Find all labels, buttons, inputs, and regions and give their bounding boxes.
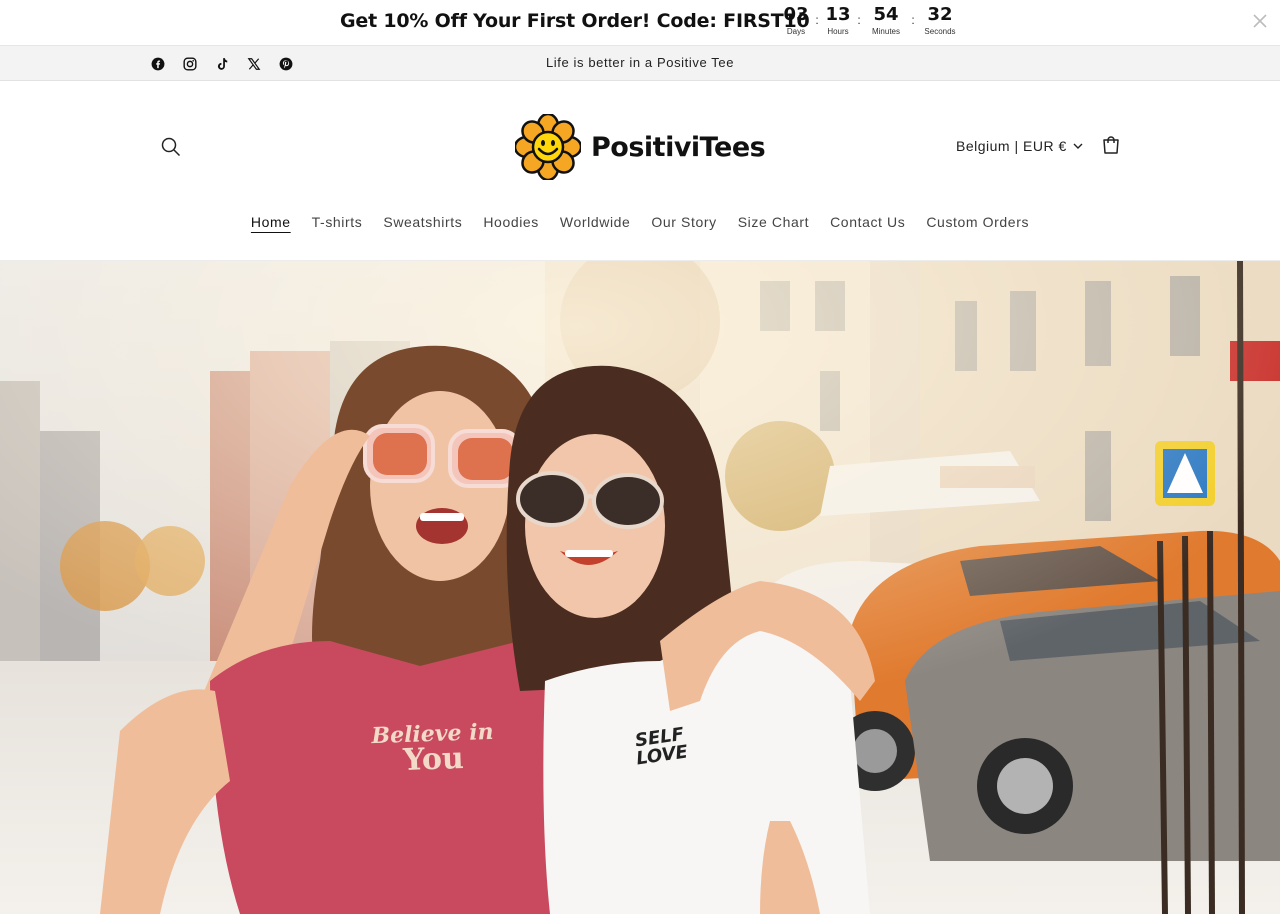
nav-item-t-shirts[interactable]: T-shirts	[312, 214, 363, 232]
countdown-separator: :	[857, 13, 861, 27]
site-logo[interactable]: PositiviTees	[515, 114, 766, 180]
countdown-hours-label: Hours	[827, 27, 849, 36]
nav-item-custom-orders[interactable]: Custom Orders	[926, 214, 1029, 232]
nav-item-size-chart[interactable]: Size Chart	[738, 214, 809, 232]
hero-photo	[0, 261, 1280, 914]
nav-item-sweatshirts[interactable]: Sweatshirts	[383, 214, 462, 232]
promo-text: Get 10% Off Your First Order! Code: FIRS…	[340, 10, 810, 32]
nav-item-contact-us[interactable]: Contact Us	[830, 214, 905, 232]
site-header: PositiviTees Belgium | EUR € Home T-shir…	[0, 81, 1280, 261]
logo-text: PositiviTees	[591, 131, 766, 163]
hero-banner-image[interactable]: Believe in You SELF LOVE	[0, 261, 1280, 914]
close-icon[interactable]	[1250, 12, 1270, 32]
announcement-bar: Life is better in a Positive Tee	[0, 46, 1280, 81]
nav-item-our-story[interactable]: Our Story	[651, 214, 716, 232]
locale-selector[interactable]: Belgium | EUR €	[956, 138, 1083, 154]
locale-label: Belgium | EUR €	[956, 138, 1067, 154]
countdown-separator: :	[815, 13, 819, 27]
countdown-days-label: Days	[786, 27, 806, 36]
countdown-seconds: 32 Seconds	[918, 4, 962, 37]
announcement-text: Life is better in a Positive Tee	[545, 55, 735, 70]
countdown-separator: :	[911, 13, 915, 27]
nav-item-home[interactable]: Home	[251, 214, 291, 232]
countdown-minutes-label: Minutes	[871, 27, 900, 36]
promo-bar: Get 10% Off Your First Order! Code: FIRS…	[0, 0, 1280, 46]
countdown-hours-value: 13	[825, 4, 851, 25]
flower-logo-icon	[515, 114, 581, 180]
countdown-hours: 13 Hours	[822, 4, 854, 37]
nav-item-worldwide[interactable]: Worldwide	[560, 214, 631, 232]
countdown-seconds-label: Seconds	[924, 27, 956, 36]
countdown-timer: 03 Days : 13 Hours : 54 Minutes : 32 Sec…	[780, 4, 962, 37]
countdown-days: 03 Days	[780, 4, 812, 37]
search-icon[interactable]	[160, 136, 184, 160]
main-nav: Home T-shirts Sweatshirts Hoodies Worldw…	[0, 214, 1280, 232]
nav-item-hoodies[interactable]: Hoodies	[483, 214, 539, 232]
countdown-minutes-value: 54	[873, 4, 899, 25]
countdown-minutes: 54 Minutes	[864, 4, 908, 37]
cart-icon[interactable]	[1100, 134, 1124, 158]
chevron-down-icon	[1073, 143, 1083, 149]
shirt-right-graphic: SELF LOVE	[633, 724, 689, 770]
countdown-seconds-value: 32	[927, 4, 953, 25]
shirt-left-graphic: Believe in You	[371, 719, 495, 778]
countdown-days-value: 03	[783, 4, 809, 25]
